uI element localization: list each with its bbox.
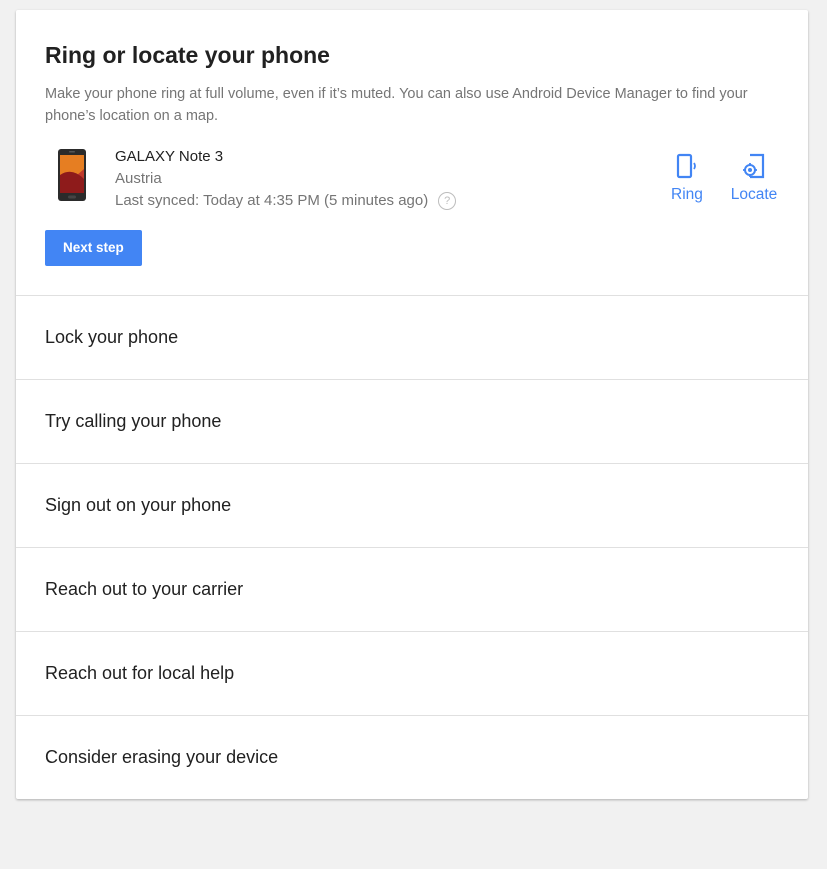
step-lock-phone[interactable]: Lock your phone bbox=[16, 296, 808, 380]
device-sync-row: Last synced: Today at 4:35 PM (5 minutes… bbox=[115, 190, 457, 212]
ring-button[interactable]: Ring bbox=[669, 152, 705, 204]
step-reach-carrier[interactable]: Reach out to your carrier bbox=[16, 548, 808, 632]
ring-locate-section: Ring or locate your phone Make your phon… bbox=[16, 10, 808, 296]
locate-label: Locate bbox=[730, 186, 778, 203]
step-sign-out[interactable]: Sign out on your phone bbox=[16, 464, 808, 548]
ring-icon bbox=[676, 153, 696, 179]
locate-icon bbox=[743, 153, 765, 179]
device-info: GALAXY Note 3 Austria Last synced: Today… bbox=[115, 146, 457, 212]
find-phone-card: Ring or locate your phone Make your phon… bbox=[16, 10, 808, 799]
device-name: GALAXY Note 3 bbox=[115, 148, 224, 165]
device-row: GALAXY Note 3 Austria Last synced: Today… bbox=[45, 146, 779, 226]
section-title: Ring or locate your phone bbox=[45, 42, 330, 68]
locate-button[interactable]: Locate bbox=[727, 152, 781, 204]
step-try-calling[interactable]: Try calling your phone bbox=[16, 380, 808, 464]
step-local-help[interactable]: Reach out for local help bbox=[16, 632, 808, 716]
ring-label: Ring bbox=[671, 186, 703, 203]
next-step-button[interactable]: Next step bbox=[45, 230, 142, 266]
step-erase-device[interactable]: Consider erasing your device bbox=[16, 716, 808, 799]
section-description: Make your phone ring at full volume, eve… bbox=[45, 86, 748, 124]
last-synced-text: Last synced: Today at 4:35 PM (5 minutes… bbox=[115, 192, 429, 209]
phone-image bbox=[58, 149, 86, 201]
help-icon[interactable]: ? bbox=[438, 192, 457, 210]
device-country: Austria bbox=[115, 170, 162, 187]
